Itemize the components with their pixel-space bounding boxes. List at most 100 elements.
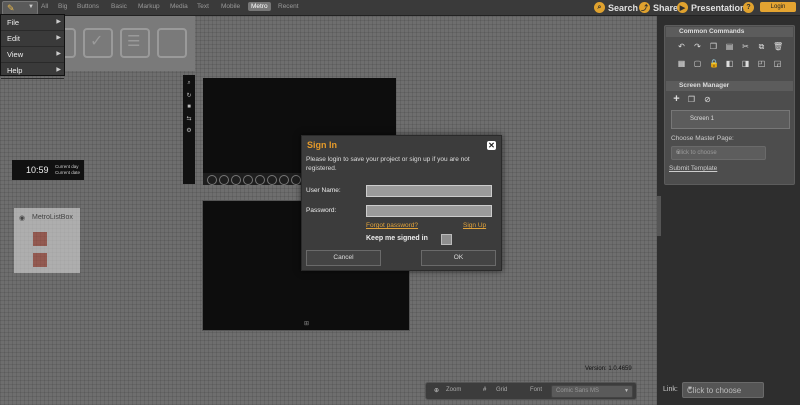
group-icon[interactable]: ▦ (677, 59, 686, 68)
listbox-title: MetroListBox (32, 214, 73, 221)
list-icon: ☰ (127, 33, 141, 50)
share-icon: ↻ (186, 93, 192, 99)
close-icon[interactable]: ✕ (487, 141, 496, 150)
search-button[interactable]: ⌕ Search (594, 1, 638, 14)
zoom-button[interactable]: Zoom (446, 387, 461, 393)
tab-markup[interactable]: Markup (138, 3, 160, 10)
grid-button[interactable]: Grid (496, 387, 507, 393)
bring-forward-icon[interactable]: ◰ (757, 59, 766, 68)
tab-big[interactable]: Big (58, 3, 67, 10)
common-commands-header: Common Commands (666, 27, 793, 37)
common-commands-title: Common Commands (679, 28, 745, 35)
zoom-icon: ⊕ (434, 388, 440, 394)
password-input[interactable] (366, 205, 492, 217)
link-select[interactable]: Click to choose ▼ (682, 382, 764, 398)
charms-bar-widget[interactable]: ⌕ ↻ ■ ⇆ ⚙ (183, 75, 195, 184)
presentation-button[interactable]: ▶ Presentation (677, 1, 746, 14)
gear-icon: ⚙ (186, 128, 192, 134)
menu-file-label: File (7, 18, 20, 27)
menu-item-edit[interactable]: Edit ▶ (1, 31, 64, 47)
tablet-stencil[interactable] (157, 28, 187, 58)
submit-template-link[interactable]: Submit Template (669, 165, 717, 172)
search-icon: ⌕ (187, 80, 191, 86)
block-icon[interactable]: ⊘ (703, 95, 712, 104)
tab-metro[interactable]: Metro (248, 2, 271, 11)
checkmark-icon: ✓ (90, 33, 104, 50)
chevron-down-icon: ▼ (624, 388, 629, 394)
control-icon (231, 175, 241, 185)
help-icon: ? (743, 2, 754, 13)
copy-icon[interactable]: ❐ (709, 42, 718, 51)
share-button[interactable]: ⤴ Share (639, 1, 678, 14)
redo-icon[interactable]: ↷ (693, 42, 702, 51)
tab-buttons[interactable]: Buttons (77, 3, 99, 10)
control-icon (243, 175, 253, 185)
help-button[interactable]: ? (743, 1, 757, 14)
menu-item-file[interactable]: File ▶ (1, 15, 64, 31)
tab-text[interactable]: Text (197, 3, 209, 10)
forgot-password-link[interactable]: Forgot password? (366, 222, 418, 229)
paste-icon[interactable]: ▤ (725, 42, 734, 51)
chevron-right-icon: ▶ (56, 19, 61, 25)
link-label: Link: (663, 386, 678, 393)
tab-all[interactable]: All (41, 3, 48, 10)
pencil-icon: ✎ (7, 3, 15, 13)
bring-front-icon[interactable]: ◧ (725, 59, 734, 68)
sign-up-link[interactable]: Sign Up (463, 222, 486, 229)
delete-icon[interactable]: 🗑 (773, 42, 783, 51)
duplicate-icon[interactable]: ⧉ (757, 42, 766, 51)
metro-listbox-widget[interactable]: ◉ MetroListBox (14, 208, 80, 273)
checkbox-stencil[interactable]: ✓ (83, 28, 113, 58)
control-icon (219, 175, 229, 185)
master-page-select[interactable]: Click to choose ▼ (671, 146, 766, 160)
share-label: Share (653, 2, 679, 13)
send-backward-icon[interactable]: ◲ (773, 59, 782, 68)
login-button[interactable]: Login (760, 2, 796, 12)
menu-item-help[interactable]: Help ▶ (1, 63, 64, 79)
menu-help-label: Help (7, 66, 23, 75)
tab-recent[interactable]: Recent (278, 3, 299, 10)
devices-icon: ⇆ (186, 116, 192, 122)
clock-time: 10:59 (26, 165, 49, 175)
keep-signed-in-label: Keep me signed in (366, 235, 428, 242)
screen-list-item[interactable]: Screen 1 (671, 110, 790, 129)
grid-icon: # (483, 387, 487, 393)
add-icon[interactable]: + (672, 94, 681, 105)
list-stencil[interactable]: ☰ (120, 28, 150, 58)
dialog-title: Sign In (307, 140, 337, 150)
tab-media[interactable]: Media (170, 3, 188, 10)
send-back-icon[interactable]: ◨ (741, 59, 750, 68)
copy-icon[interactable]: ❐ (687, 95, 696, 104)
menu-item-view[interactable]: View ▶ (1, 47, 64, 63)
cut-icon[interactable]: ✂ (741, 42, 750, 51)
username-input[interactable] (366, 185, 492, 197)
radio-icon: ◉ (19, 215, 26, 222)
clock-date: Current date (55, 170, 81, 175)
keep-signed-in-checkbox[interactable] (441, 234, 452, 245)
menu-edit-label: Edit (7, 34, 20, 43)
ungroup-icon[interactable]: ▢ (693, 59, 702, 68)
search-icon: ⌕ (594, 2, 605, 13)
ok-button[interactable]: OK (421, 250, 496, 266)
panel-splitter[interactable] (657, 196, 661, 236)
listbox-image (33, 232, 47, 246)
control-icon (279, 175, 289, 185)
cancel-button[interactable]: Cancel (306, 250, 381, 266)
windows-logo-icon: ⊞ (304, 321, 310, 327)
tab-basic[interactable]: Basic (111, 3, 127, 10)
listbox-image (33, 253, 47, 267)
canvas-bottom-toolbar: ⊕ Zoom # Grid Font Comic Sans MS ▼ (425, 382, 637, 400)
master-page-label: Choose Master Page: (671, 135, 734, 142)
lock-icon[interactable]: 🔒 (709, 59, 719, 68)
chevron-down-icon: ▼ (687, 386, 693, 392)
undo-icon[interactable]: ↶ (677, 42, 686, 51)
main-menu: File ▶ Edit ▶ View ▶ Help ▶ (0, 14, 65, 79)
screen-name: Screen 1 (690, 116, 715, 122)
password-label: Password: (306, 207, 337, 214)
tab-mobile[interactable]: Mobile (221, 3, 240, 10)
chevron-right-icon: ▶ (56, 67, 61, 73)
metro-clock-widget[interactable]: 10:59 Current day Current date (12, 160, 84, 180)
presentation-label: Presentation (691, 2, 746, 13)
main-menu-button[interactable]: ✎ ▼ (2, 1, 38, 15)
font-select[interactable]: Comic Sans MS ▼ (551, 385, 633, 398)
